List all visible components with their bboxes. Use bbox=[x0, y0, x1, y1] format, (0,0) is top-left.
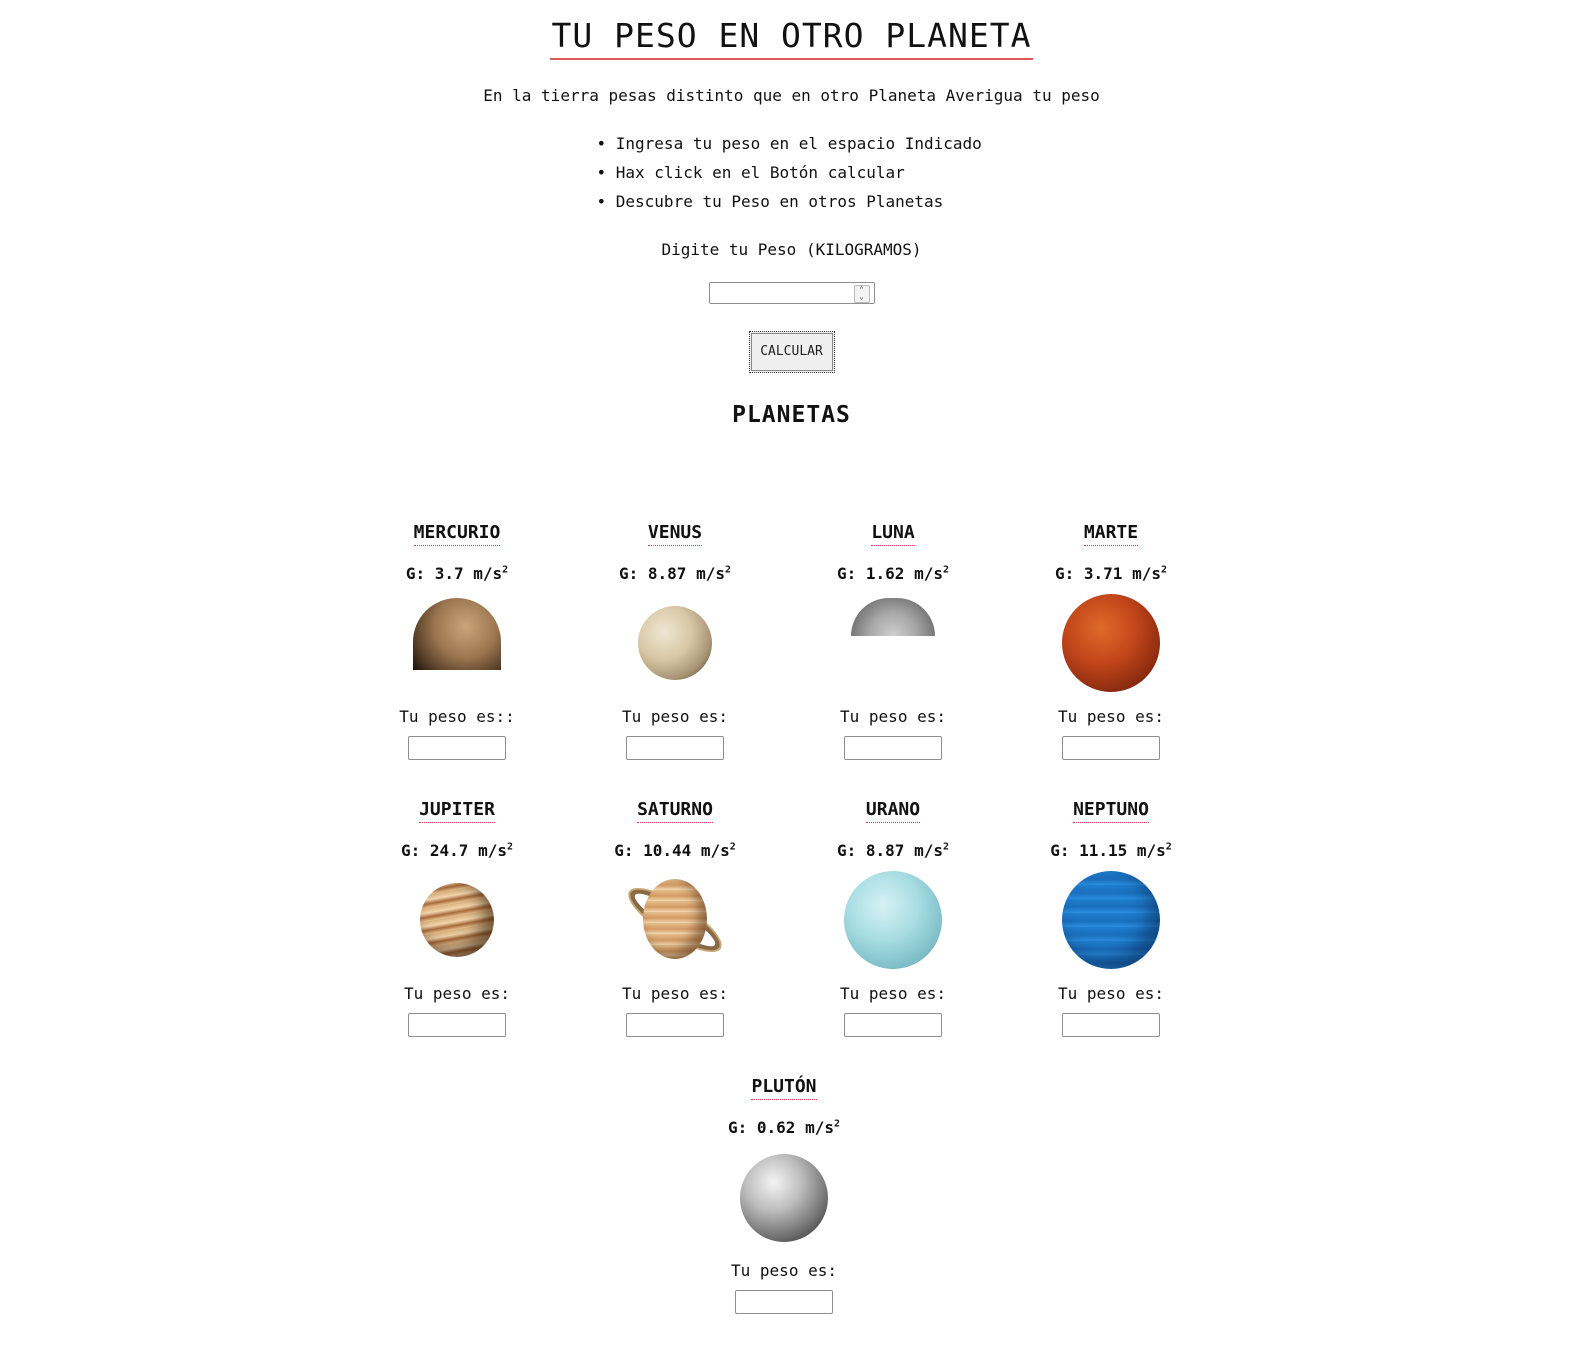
weight-result-label: Tu peso es: bbox=[1058, 707, 1164, 726]
page-title: TU PESO EN OTRO PLANETA bbox=[0, 16, 1583, 60]
planet-card-pluton: PLUTÓN G: 0.62 m/s2 Tu peso es: bbox=[689, 1076, 879, 1314]
weight-result-label: Tu peso es: bbox=[622, 707, 728, 726]
weight-result-field[interactable] bbox=[626, 736, 724, 760]
page-subtitle: En la tierra pesas distinto que en otro … bbox=[483, 86, 1100, 105]
weight-result-field[interactable] bbox=[1062, 736, 1160, 760]
number-spinner[interactable]: ⌃ ⌄ bbox=[853, 285, 870, 303]
planet-gravity: G: 3.7 m/s2 bbox=[405, 564, 509, 583]
planet-card-saturno: SATURNO G: 10.44 m/s2 Tu peso es: bbox=[580, 799, 770, 1037]
planet-gravity: G: 24.7 m/s2 bbox=[401, 841, 513, 860]
instruction-item: Ingresa tu peso en el espacio Indicado bbox=[0, 132, 1583, 161]
planet-name: URANO bbox=[865, 799, 921, 823]
weight-result-label: Tu peso es: bbox=[840, 707, 946, 726]
uranus-planet-image bbox=[844, 871, 942, 969]
planet-card-marte: MARTE G: 3.71 m/s2 Tu peso es: bbox=[1016, 522, 1206, 760]
planet-name: VENUS bbox=[647, 522, 703, 546]
jupiter-planet-image bbox=[420, 883, 494, 957]
instructions-list: Ingresa tu peso en el espacio Indicado H… bbox=[0, 132, 1583, 219]
planet-card-luna: LUNA G: 1.62 m/s2 Tu peso es: bbox=[798, 522, 988, 760]
weight-result-label: Tu peso es: bbox=[404, 984, 510, 1003]
weight-result-field[interactable] bbox=[844, 736, 942, 760]
planet-card-urano: URANO G: 8.87 m/s2 Tu peso es: bbox=[798, 799, 988, 1037]
weight-input-label: Digite tu Peso (KILOGRAMOS) bbox=[661, 240, 922, 259]
planet-gravity: G: 3.71 m/s2 bbox=[1055, 564, 1167, 583]
mercury-planet-image bbox=[413, 598, 501, 670]
planet-gravity: G: 11.15 m/s2 bbox=[1050, 841, 1172, 860]
pluto-planet-image bbox=[740, 1154, 828, 1242]
planet-name: LUNA bbox=[871, 522, 915, 546]
planet-card-venus: VENUS G: 8.87 m/s2 Tu peso es: bbox=[580, 522, 770, 760]
planet-name: NEPTUNO bbox=[1073, 799, 1149, 823]
weight-result-field[interactable] bbox=[1062, 1013, 1160, 1037]
planet-name: JUPITER bbox=[419, 799, 495, 823]
planet-gravity: G: 8.87 m/s2 bbox=[619, 564, 731, 583]
planet-card-neptuno: NEPTUNO G: 11.15 m/s2 Tu peso es: bbox=[1016, 799, 1206, 1037]
weight-result-label: Tu peso es:: bbox=[399, 707, 515, 726]
neptune-planet-image bbox=[1062, 871, 1160, 969]
weight-input[interactable]: ⌃ ⌄ bbox=[708, 282, 875, 304]
saturn-planet-image bbox=[643, 879, 707, 959]
weight-result-label: Tu peso es: bbox=[1058, 984, 1164, 1003]
venus-planet-image bbox=[638, 606, 712, 680]
weight-result-field[interactable] bbox=[408, 1013, 506, 1037]
weight-result-field[interactable] bbox=[408, 736, 506, 760]
instruction-item: Hax click en el Botón calcular bbox=[0, 161, 1583, 190]
weight-result-label: Tu peso es: bbox=[731, 1261, 837, 1280]
weight-result-field[interactable] bbox=[844, 1013, 942, 1037]
planet-card-jupiter: JUPITER G: 24.7 m/s2 Tu peso es: bbox=[362, 799, 552, 1037]
weight-result-field[interactable] bbox=[735, 1290, 833, 1314]
planet-gravity: G: 10.44 m/s2 bbox=[614, 841, 736, 860]
planets-heading: PLANETAS bbox=[732, 402, 851, 428]
weight-result-label: Tu peso es: bbox=[622, 984, 728, 1003]
planet-name: MERCURIO bbox=[413, 522, 501, 546]
weight-result-field[interactable] bbox=[626, 1013, 724, 1037]
planet-card-mercurio: MERCURIO G: 3.7 m/s2 Tu peso es:: bbox=[362, 522, 552, 760]
moon-image bbox=[851, 598, 935, 636]
weight-result-label: Tu peso es: bbox=[840, 984, 946, 1003]
planet-name: PLUTÓN bbox=[751, 1076, 817, 1100]
planet-gravity: G: 1.62 m/s2 bbox=[837, 564, 949, 583]
mars-planet-image bbox=[1062, 594, 1160, 692]
planet-gravity: G: 0.62 m/s2 bbox=[728, 1118, 840, 1137]
instruction-item: Descubre tu Peso en otros Planetas bbox=[0, 190, 1583, 219]
planet-name: SATURNO bbox=[637, 799, 713, 823]
calculate-button[interactable]: CALCULAR bbox=[748, 331, 835, 373]
planet-gravity: G: 8.87 m/s2 bbox=[837, 841, 949, 860]
planet-name: MARTE bbox=[1083, 522, 1139, 546]
